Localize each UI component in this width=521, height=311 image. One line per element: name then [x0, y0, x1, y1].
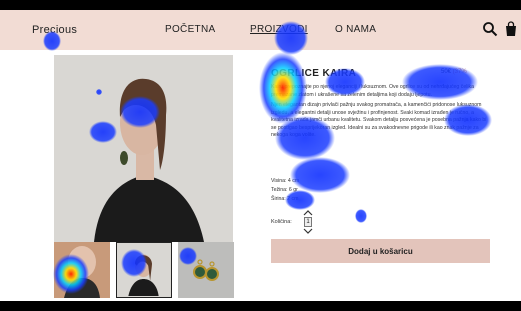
thumbnail-1-image: [54, 242, 110, 298]
main-product-photo: [54, 55, 233, 242]
product-page: Precious POČETNA PROIZVODI O NAMA OGRLIC…: [0, 10, 521, 301]
bag-icon[interactable]: [503, 21, 519, 37]
heat-spot: [290, 157, 350, 193]
description-paragraph-1: Kairu prepoznajte po njenoj eleganciji i…: [271, 84, 475, 98]
price-discount: (37%: [452, 69, 467, 75]
add-to-cart-button[interactable]: Dodaj u košaricu: [271, 239, 490, 263]
navbar: Precious POČETNA PROIZVODI O NAMA: [0, 10, 521, 50]
brand-logo[interactable]: Precious: [32, 24, 77, 36]
product-title: OGRLICE KAIRA: [271, 68, 357, 79]
product-price: 50€ (37%: [441, 69, 467, 75]
thumbnail-1[interactable]: [54, 242, 110, 298]
bottom-black-bar: [0, 301, 521, 311]
thumbnail-3-image: [178, 242, 234, 298]
chevron-up-icon[interactable]: [303, 210, 313, 216]
nav-item-proizvodi[interactable]: PROIZVODI: [250, 24, 308, 35]
product-description: Kairu prepoznajte po njenoj eleganciji i…: [271, 84, 491, 143]
thumbnail-3[interactable]: [178, 242, 234, 298]
spec-width: Širina: 2 cm: [271, 196, 299, 202]
price-value: 50€: [441, 69, 452, 75]
search-icon[interactable]: [482, 21, 498, 37]
chevron-down-icon[interactable]: [303, 228, 313, 234]
heat-spot: [355, 209, 367, 223]
thumbnail-2[interactable]: [116, 242, 172, 298]
thumbnail-2-image: [117, 243, 170, 296]
quantity-input[interactable]: 1: [304, 217, 312, 227]
spec-height: Visina: 4 cm: [271, 178, 300, 184]
quantity-label: Količina:: [271, 219, 292, 225]
nav-item-o-nama[interactable]: O NAMA: [335, 24, 376, 35]
nav-item-pocetna[interactable]: POČETNA: [165, 24, 215, 35]
spec-weight: Težina: 6 gr: [271, 187, 298, 193]
description-paragraph-2: Njen elegantan dizajn privlači pažnju sv…: [271, 102, 487, 138]
top-black-bar: [0, 0, 521, 10]
model-photo-illustration: [54, 55, 233, 242]
